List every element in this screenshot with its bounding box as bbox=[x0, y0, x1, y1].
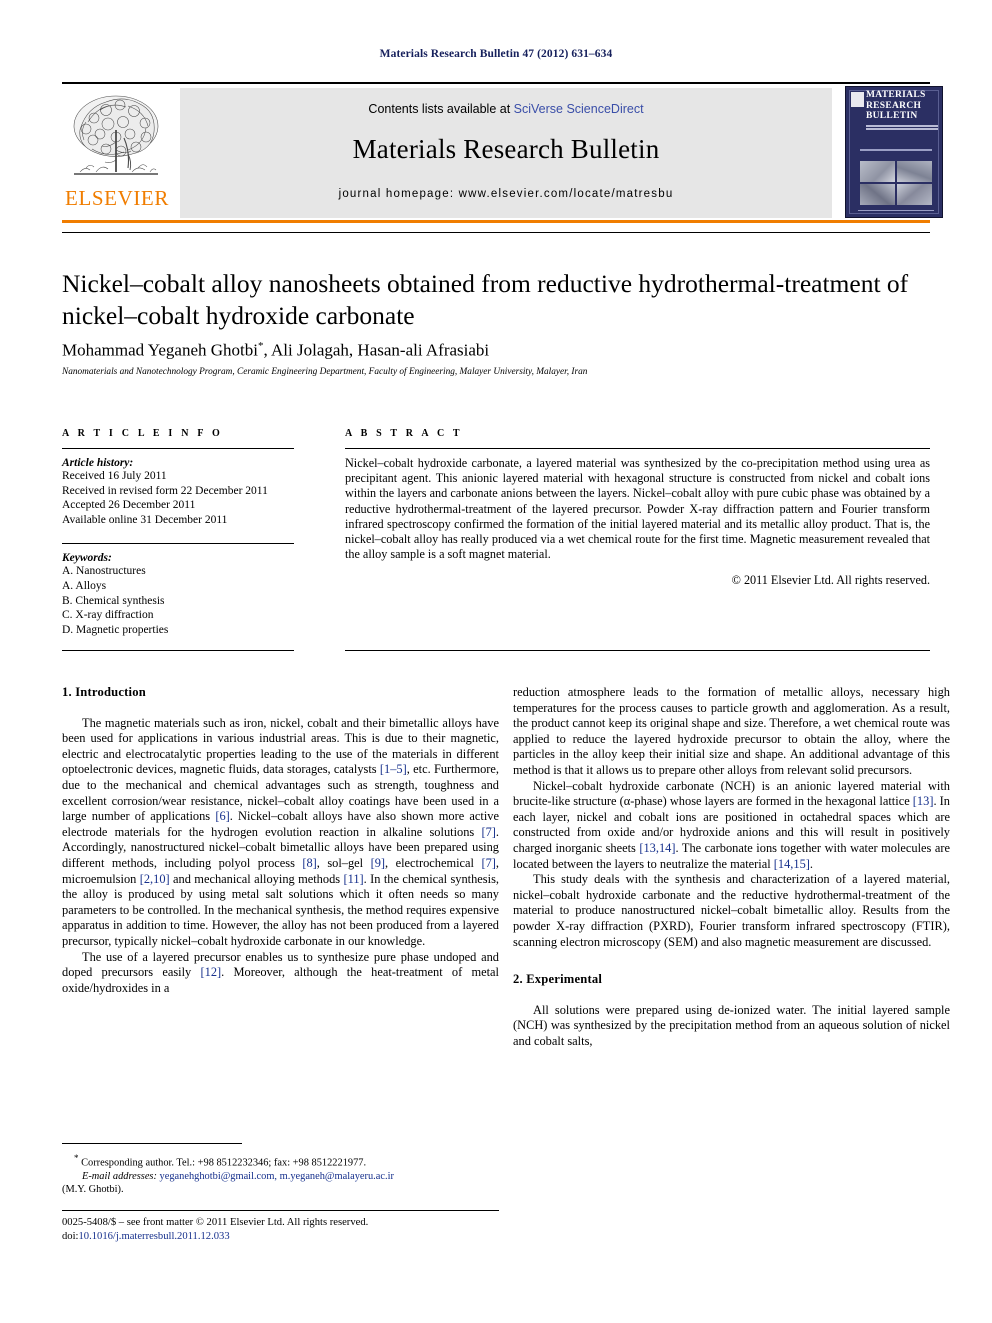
paragraph-text: , electrochemical bbox=[385, 855, 482, 870]
article-history-item: Received 16 July 2011 bbox=[62, 470, 167, 482]
article-info-block: A R T I C L E I N F O Article history: R… bbox=[62, 428, 294, 637]
cover-micrograph-1 bbox=[860, 161, 895, 182]
body-column-left: 1. Introduction The magnetic materials s… bbox=[62, 685, 499, 996]
corresponding-author-note: * Corresponding author. Tel.: +98 851223… bbox=[74, 1153, 367, 1169]
keywords-block: Keywords: A. Nanostructures A. Alloys B.… bbox=[62, 543, 294, 637]
citation-ref[interactable]: [12] bbox=[201, 965, 222, 979]
masthead-orange-rule bbox=[62, 220, 930, 223]
article-history-item: Accepted 26 December 2011 bbox=[62, 499, 196, 512]
citation-ref[interactable]: [7] bbox=[481, 856, 495, 870]
cover-title-line3: BULLETIN bbox=[866, 111, 918, 121]
journal-article-page: Materials Research Bulletin 47 (2012) 63… bbox=[0, 0, 992, 1323]
doi-label: doi: bbox=[62, 1230, 79, 1242]
article-history-item: Available online 31 December 2011 bbox=[62, 513, 228, 526]
cover-footer-rule bbox=[858, 209, 934, 211]
cover-subtitle-lines bbox=[866, 125, 938, 132]
affiliation: Nanomaterials and Nanotechnology Program… bbox=[62, 367, 588, 377]
keyword-item: A. Nanostructures bbox=[62, 565, 146, 578]
article-info-bottom-rule bbox=[62, 650, 294, 651]
citation-ref[interactable]: [13,14] bbox=[639, 841, 675, 855]
section-heading-experimental: 2. Experimental bbox=[513, 972, 603, 987]
cover-title-line1: MATERIALS bbox=[866, 90, 926, 100]
footnote-rule bbox=[62, 1143, 242, 1144]
cover-micrograph-4 bbox=[897, 184, 932, 205]
doi-line: doi:10.1016/j.materresbull.2011.12.033 bbox=[62, 1230, 622, 1244]
journal-cover-thumbnail: MATERIALS RESEARCH BULLETIN bbox=[845, 86, 943, 218]
cover-title-line2: RESEARCH bbox=[866, 100, 922, 111]
paragraph: Nickel–cobalt hydroxide carbonate (NCH) … bbox=[513, 779, 950, 873]
contents-available-line: Contents lists available at SciVerse Sci… bbox=[180, 102, 832, 116]
citation-ref[interactable]: [13] bbox=[913, 794, 934, 808]
cover-title: MATERIALS RESEARCH BULLETIN bbox=[866, 90, 940, 122]
corresponding-author-marker: * bbox=[257, 340, 264, 352]
article-history-item: Received in revised form 22 December 201… bbox=[62, 484, 268, 497]
email-author-short: (M.Y. Ghotbi). bbox=[62, 1184, 124, 1196]
article-info-heading: A R T I C L E I N F O bbox=[62, 428, 223, 439]
article-info-rule bbox=[62, 448, 294, 449]
cover-publisher-badge-icon bbox=[851, 92, 864, 107]
email-addresses[interactable]: yeganehghotbi@gmail.com, m.yeganeh@malay… bbox=[160, 1171, 394, 1182]
elsevier-wordmark: ELSEVIER bbox=[65, 186, 169, 210]
elsevier-tree-icon bbox=[73, 95, 159, 175]
masthead-bottom-rule bbox=[62, 232, 930, 233]
journal-homepage-link[interactable]: journal homepage: www.elsevier.com/locat… bbox=[180, 188, 832, 200]
citation-ref[interactable]: [11] bbox=[343, 872, 363, 886]
doi-link[interactable]: 10.1016/j.materresbull.2011.12.033 bbox=[78, 1231, 229, 1242]
page-title: Nickel–cobalt alloy nanosheets obtained … bbox=[62, 269, 909, 330]
keyword-item: A. Alloys bbox=[62, 579, 107, 592]
keywords-label: Keywords: bbox=[62, 552, 112, 565]
citation-ref[interactable]: [7] bbox=[481, 825, 495, 839]
paragraph: The magnetic materials such as iron, nic… bbox=[62, 716, 499, 950]
journal-title: Materials Research Bulletin bbox=[352, 134, 660, 164]
corresponding-author-marker: * bbox=[74, 1153, 79, 1163]
citation-ref[interactable]: [8] bbox=[302, 856, 316, 870]
masthead-panel: Contents lists available at SciVerse Sci… bbox=[180, 88, 832, 218]
imprint-rule bbox=[62, 1210, 499, 1211]
keyword-item: C. X-ray diffraction bbox=[62, 609, 154, 622]
paragraph-text: , sol–gel bbox=[316, 855, 371, 870]
keywords-rule bbox=[62, 543, 294, 545]
section-heading-introduction: 1. Introduction bbox=[62, 685, 146, 699]
cover-micrograph-3 bbox=[860, 184, 895, 205]
email-note: E-mail addresses: yeganehghotbi@gmail.co… bbox=[62, 1170, 499, 1183]
paragraph-text: Nickel–cobalt hydroxide carbonate (NCH) … bbox=[513, 778, 950, 809]
abstract-heading: A B S T R A C T bbox=[345, 428, 463, 439]
citation-ref[interactable]: [2,10] bbox=[140, 872, 170, 886]
body-column-right: reduction atmosphere leads to the format… bbox=[513, 685, 950, 1049]
article-history-label: Article history: bbox=[62, 457, 134, 469]
abstract-bottom-rule bbox=[345, 650, 930, 651]
keyword-item: B. Chemical synthesis bbox=[62, 594, 165, 607]
cover-strapline bbox=[860, 149, 932, 151]
citation-ref[interactable]: [6] bbox=[215, 809, 229, 823]
keyword-item: D. Magnetic properties bbox=[62, 623, 169, 636]
paragraph-text: . bbox=[809, 856, 814, 871]
author-list: Mohammad Yeganeh Ghotbi*, Ali Jolagah, H… bbox=[62, 340, 490, 360]
cover-micrograph-grid bbox=[860, 161, 932, 205]
elsevier-logo: ELSEVIER bbox=[62, 90, 172, 216]
email-label: E-mail addresses: bbox=[82, 1170, 157, 1182]
paragraph-text: and mechanical alloying methods bbox=[169, 871, 344, 886]
journal-masthead: ELSEVIER Contents lists available at Sci… bbox=[62, 82, 943, 223]
paragraph: The use of a layered precursor enables u… bbox=[62, 950, 499, 997]
abstract-copyright: © 2011 Elsevier Ltd. All rights reserved… bbox=[731, 573, 930, 588]
abstract-text: Nickel–cobalt hydroxide carbonate, a lay… bbox=[345, 456, 930, 562]
masthead-top-rule bbox=[62, 82, 930, 84]
citation-ref[interactable]: [9] bbox=[371, 856, 385, 870]
footnote-block: * Corresponding author. Tel.: +98 851223… bbox=[62, 1152, 499, 1197]
abstract-rule bbox=[345, 448, 930, 449]
paragraph: All solutions were prepared using de-ion… bbox=[513, 1002, 950, 1048]
citation-ref[interactable]: [1–5] bbox=[380, 762, 407, 776]
abstract-block: A B S T R A C T Nickel–cobalt hydroxide … bbox=[345, 428, 930, 588]
contents-prefix: Contents lists available at bbox=[368, 102, 514, 116]
running-head: Materials Research Bulletin 47 (2012) 63… bbox=[379, 48, 613, 60]
sciencedirect-link[interactable]: SciVerse ScienceDirect bbox=[514, 102, 644, 116]
imprint-line: 0025-5408/$ – see front matter © 2011 El… bbox=[62, 1217, 369, 1228]
paragraph: This study deals with the synthesis and … bbox=[513, 872, 950, 949]
imprint-block: 0025-5408/$ – see front matter © 2011 El… bbox=[62, 1216, 622, 1243]
paragraph: reduction atmosphere leads to the format… bbox=[513, 685, 950, 777]
cover-micrograph-2 bbox=[897, 161, 932, 182]
citation-ref[interactable]: [14,15] bbox=[774, 857, 810, 871]
